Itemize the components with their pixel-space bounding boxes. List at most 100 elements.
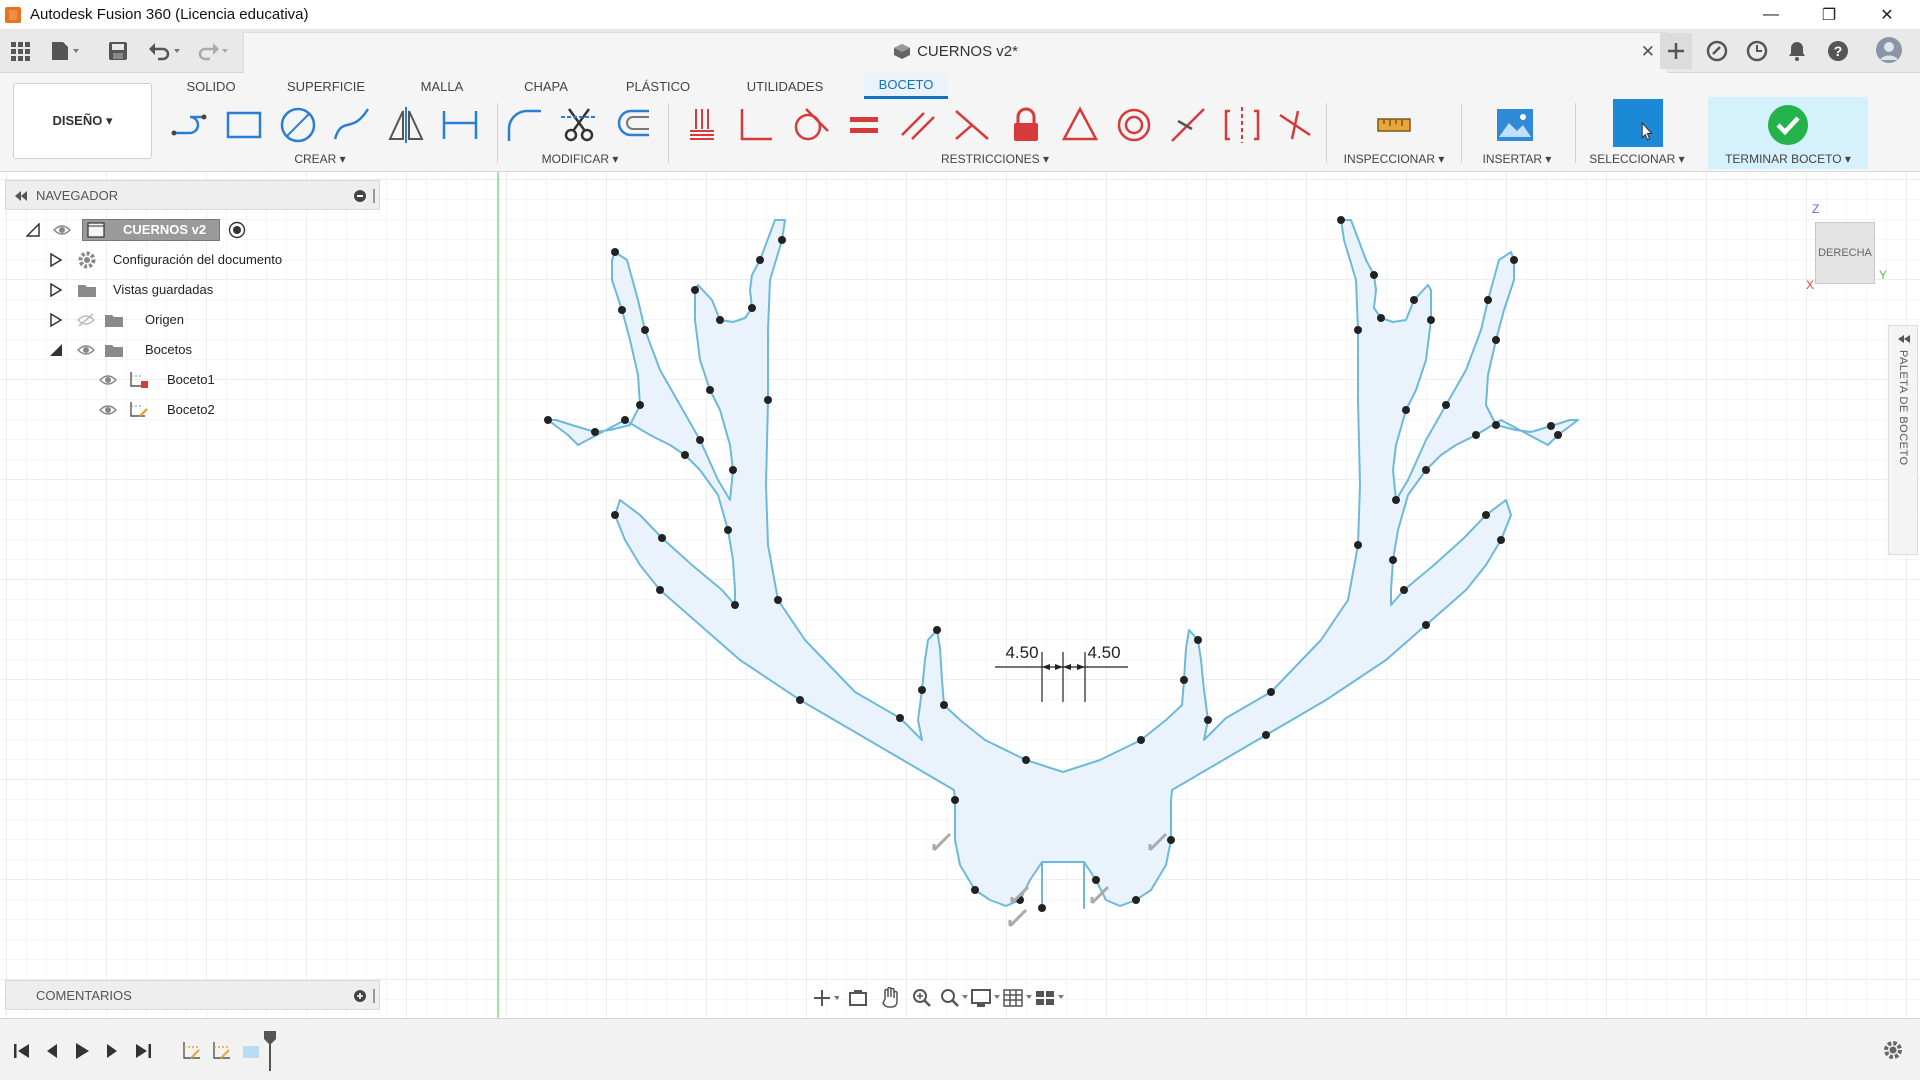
sketch-point[interactable] (1167, 836, 1175, 844)
sketch-point[interactable] (1492, 421, 1500, 429)
browser-item-saved-views[interactable]: Vistas guardadas (5, 277, 380, 303)
sketch-point[interactable] (1194, 636, 1202, 644)
hidden-eye-icon[interactable] (77, 313, 95, 327)
equal-constraint-button[interactable] (842, 103, 886, 147)
expanded-triangle-icon[interactable] (49, 343, 63, 357)
sketch-point[interactable] (681, 451, 689, 459)
sketch-point[interactable] (1442, 401, 1450, 409)
finish-sketch-menu[interactable]: TERMINAR BOCETO ▾ (1708, 152, 1868, 166)
sketch-point[interactable] (774, 596, 782, 604)
timeline-active-feature[interactable] (240, 1039, 264, 1063)
sketch-point[interactable] (896, 714, 904, 722)
sketch-point[interactable] (724, 526, 732, 534)
visibility-eye-icon[interactable] (77, 343, 95, 357)
sketch-point[interactable] (716, 316, 724, 324)
collapsed-triangle-icon[interactable] (49, 253, 63, 267)
timeline-marker[interactable] (264, 1031, 276, 1071)
curvature-constraint-button[interactable] (1274, 103, 1318, 147)
line-tool-button[interactable] (168, 103, 212, 147)
crear-menu[interactable]: CREAR ▾ (280, 152, 360, 166)
tab-chapa[interactable]: CHAPA (514, 73, 578, 99)
trim-tool-button[interactable] (557, 103, 601, 147)
sketch-point[interactable] (940, 701, 948, 709)
browser-item-boceto1[interactable]: Boceto1 (5, 367, 380, 393)
sketch-point[interactable] (691, 286, 699, 294)
collapsed-triangle-icon[interactable] (49, 313, 63, 327)
sketch-point[interactable] (611, 248, 619, 256)
save-button[interactable] (108, 39, 128, 63)
dimension-tool-button[interactable] (438, 103, 482, 147)
expand-palette-icon[interactable] (1897, 334, 1911, 344)
job-status-button[interactable] (1743, 38, 1771, 64)
browser-item-sketches[interactable]: Bocetos (5, 337, 380, 363)
sketch-point[interactable] (1180, 676, 1188, 684)
concentric-constraint-button[interactable] (1112, 103, 1156, 147)
user-avatar[interactable] (1874, 35, 1904, 65)
seleccionar-menu[interactable]: SELECCIONAR ▾ (1578, 152, 1696, 166)
step-back-button[interactable] (40, 1039, 64, 1063)
pin-handle[interactable] (373, 189, 375, 203)
look-at-button[interactable] (842, 986, 874, 1010)
browser-root-row[interactable]: CUERNOS v2 (5, 217, 380, 243)
sketch-point[interactable] (1410, 296, 1418, 304)
sketch-point[interactable] (918, 686, 926, 694)
dimension-value-right[interactable]: 4.50 (1087, 643, 1120, 662)
select-tool-button[interactable] (1613, 99, 1663, 147)
circle-tool-button[interactable] (276, 103, 320, 147)
restricciones-menu[interactable]: RESTRICCIONES ▾ (930, 152, 1060, 166)
sketch-point[interactable] (611, 511, 619, 519)
sketch-point[interactable] (618, 306, 626, 314)
redo-button[interactable] (196, 39, 230, 63)
timeline-sketch1[interactable] (180, 1039, 204, 1063)
sketch-point[interactable] (1422, 621, 1430, 629)
sketch-point[interactable] (636, 401, 644, 409)
spline-tool-button[interactable] (330, 103, 374, 147)
sketch-point[interactable] (621, 416, 629, 424)
viewports-button[interactable] (1034, 986, 1066, 1010)
sketch-point[interactable] (1337, 216, 1345, 224)
sketch-point[interactable] (1492, 336, 1500, 344)
go-to-end-button[interactable] (131, 1039, 155, 1063)
sketch-point[interactable] (544, 416, 552, 424)
minimize-button[interactable]: — (1742, 0, 1800, 29)
comments-panel[interactable]: COMENTARIOS (5, 980, 380, 1010)
offset-tool-button[interactable] (611, 103, 655, 147)
sketch-point[interactable] (1354, 541, 1362, 549)
sketch-point[interactable] (796, 696, 804, 704)
sketch-point[interactable] (1484, 296, 1492, 304)
plus-circle-icon[interactable] (354, 990, 366, 1002)
sketch-point[interactable] (1482, 511, 1490, 519)
tab-malla[interactable]: MALLA (410, 73, 474, 99)
dimension-value-left[interactable]: 4.50 (1005, 643, 1038, 662)
sketch-point[interactable] (1092, 876, 1100, 884)
close-window-button[interactable]: ✕ (1858, 0, 1916, 29)
sketch-point[interactable] (1204, 716, 1212, 724)
browser-item-origin[interactable]: Origen (5, 307, 380, 333)
sketch-point[interactable] (696, 436, 704, 444)
data-panel-button[interactable] (10, 39, 30, 63)
sketch-point[interactable] (1510, 256, 1518, 264)
coincident-constraint-button[interactable] (680, 103, 724, 147)
mirror-tool-button[interactable] (384, 103, 428, 147)
notifications-button[interactable] (1783, 38, 1811, 64)
sketch-point[interactable] (1267, 688, 1275, 696)
sketch-point[interactable] (764, 396, 772, 404)
modificar-menu[interactable]: MODIFICAR ▾ (530, 152, 630, 166)
sketch-point[interactable] (748, 304, 756, 312)
sketch-point[interactable] (951, 796, 959, 804)
sketch-point[interactable] (1472, 431, 1480, 439)
display-settings-button[interactable] (970, 986, 1002, 1010)
sketch-palette-tab[interactable]: PALETA DE BOCETO (1888, 325, 1918, 555)
timeline-sketch2[interactable] (210, 1039, 234, 1063)
triangle-constraint-button[interactable] (1058, 103, 1102, 147)
sketch-point[interactable] (1400, 586, 1408, 594)
inspeccionar-menu[interactable]: INSPECCIONAR ▾ (1335, 152, 1453, 166)
fix-constraint-button[interactable] (1004, 103, 1048, 147)
symmetry-constraint-button[interactable] (1220, 103, 1264, 147)
file-menu-button[interactable] (50, 39, 80, 63)
sketch-point[interactable] (591, 428, 599, 436)
minus-circle-icon[interactable] (354, 190, 366, 202)
sketch-point[interactable] (1547, 422, 1555, 430)
sketch-point[interactable] (656, 586, 664, 594)
help-button[interactable]: ? (1824, 38, 1852, 64)
